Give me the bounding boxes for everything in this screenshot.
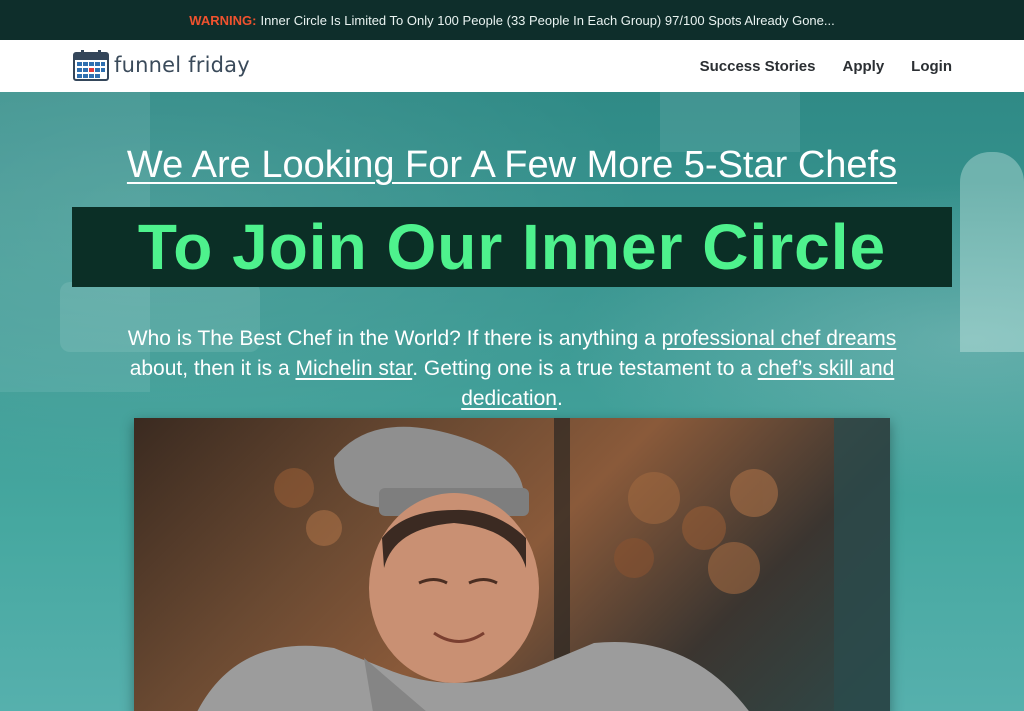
hero-intro: Who is The Best Chef in the World? If th… (100, 324, 924, 414)
warning-label: WARNING: (189, 12, 257, 28)
hero-chef-photo (134, 418, 890, 711)
warning-bar: WARNING: Inner Circle Is Limited To Only… (0, 0, 1024, 40)
calendar-icon (73, 50, 109, 81)
background-utensils (660, 92, 800, 152)
chef-illustration (197, 418, 890, 711)
brand-logo[interactable]: funnel friday (73, 49, 250, 81)
nav-success-stories[interactable]: Success Stories (700, 58, 816, 75)
nav-apply[interactable]: Apply (843, 58, 885, 75)
link-michelin-star[interactable]: Michelin star (295, 357, 412, 380)
nav-login[interactable]: Login (911, 58, 952, 75)
hero-subheadline-box: To Join Our Inner Circle (72, 207, 952, 287)
hero-subheadline: To Join Our Inner Circle (137, 211, 887, 283)
nav-links: Success Stories Apply Login (673, 40, 952, 92)
intro-text-1: Who is The Best Chef in the World? If th… (127, 327, 662, 350)
hero-section: We Are Looking For A Few More 5-Star Che… (0, 92, 1024, 711)
warning-text: Inner Circle Is Limited To Only 100 Peop… (260, 12, 835, 28)
link-professional-chef-dreams[interactable]: professional chef dreams (662, 327, 897, 350)
intro-text-2: about, then it is a (129, 357, 296, 380)
brand-name: funnel friday (114, 53, 250, 77)
intro-text-3: . Getting one is a true testament to a (412, 357, 758, 380)
top-navbar: funnel friday Success Stories Apply Logi… (0, 40, 1024, 92)
hero-headline: We Are Looking For A Few More 5-Star Che… (126, 144, 898, 186)
intro-text-4: . (556, 387, 563, 410)
